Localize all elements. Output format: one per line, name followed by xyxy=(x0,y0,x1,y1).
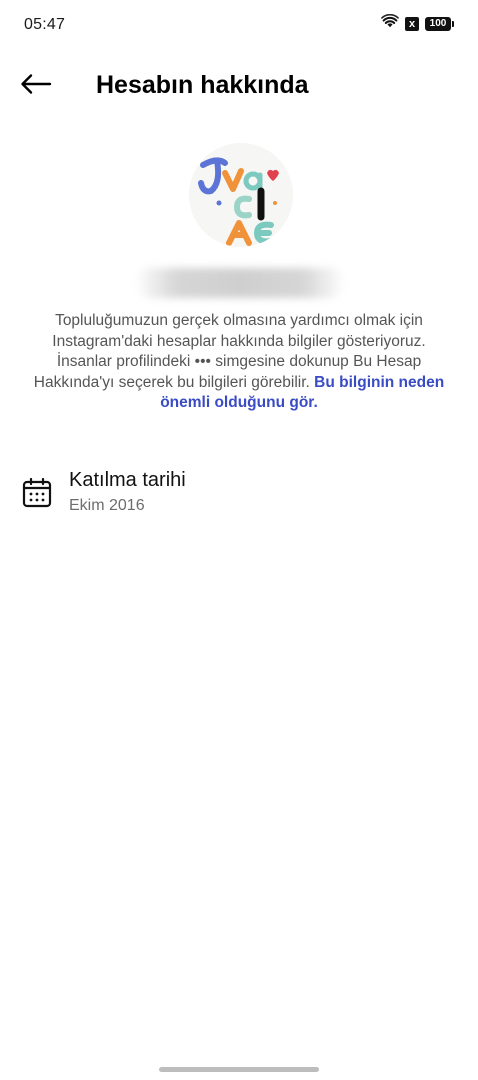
page-title: Hesabın hakkında xyxy=(96,71,309,99)
battery-icon: 100 xyxy=(425,16,454,31)
avatar-wrap xyxy=(189,143,293,247)
info-text: Topluluğumuzun gerçek olmasına yardımcı … xyxy=(30,311,448,414)
back-button[interactable] xyxy=(16,70,56,102)
status-time: 05:47 xyxy=(24,16,66,33)
status-bar: 05:47 x 100 xyxy=(0,0,478,52)
status-icons: x 100 xyxy=(381,13,454,33)
home-indicator[interactable] xyxy=(159,1067,319,1072)
join-date-row: Katılma tarihi Ekim 2016 xyxy=(0,466,478,522)
calendar-icon xyxy=(22,477,52,508)
sim-off-icon: x xyxy=(405,16,419,31)
avatar-artwork xyxy=(189,143,293,247)
wifi-icon xyxy=(381,13,399,33)
header: Hesabın hakkında xyxy=(0,60,478,112)
battery-tip xyxy=(452,20,454,27)
avatar xyxy=(189,143,293,247)
join-date-value: Ekim 2016 xyxy=(69,497,145,514)
join-date-label: Katılma tarihi xyxy=(69,469,186,491)
back-arrow-icon xyxy=(20,73,52,100)
username-redacted xyxy=(135,268,345,298)
battery-level: 100 xyxy=(425,16,451,31)
